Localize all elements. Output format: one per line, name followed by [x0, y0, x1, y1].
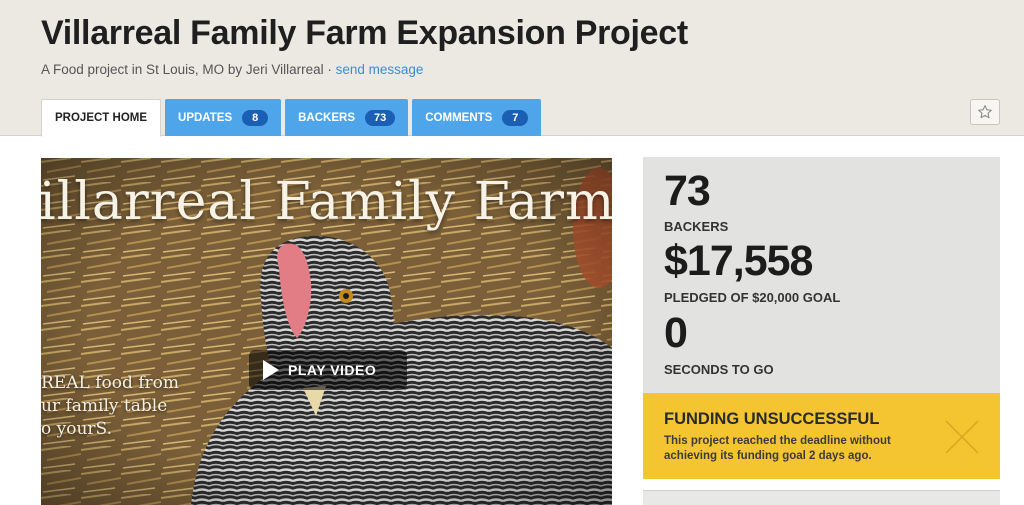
- project-byline: A Food project in St Louis, MO by Jeri V…: [41, 62, 336, 77]
- star-icon: [978, 105, 992, 119]
- funding-stats: 73 Backers $17,558 Pledged of $20,000 go…: [643, 157, 1000, 393]
- project-tabs: Project Home Updates 8 Backers 73 Commen…: [41, 99, 545, 137]
- count-badge: 8: [242, 109, 269, 126]
- caption-line: ur family table: [41, 396, 168, 416]
- tab-label: Backers: [298, 111, 355, 124]
- sidebar-next-section: [643, 490, 1000, 505]
- caption-line: REAL food from: [41, 373, 180, 393]
- backers-count: 73: [664, 167, 711, 215]
- count-badge: 7: [502, 109, 529, 126]
- play-icon: [263, 360, 279, 380]
- tab-project-home[interactable]: Project Home: [41, 99, 162, 137]
- video-overlay-title: illarreal Family Farm: [41, 172, 612, 232]
- tab-comments[interactable]: Comments 7: [412, 99, 542, 136]
- x-icon: [945, 420, 979, 454]
- remind-me-star-button[interactable]: [970, 99, 1000, 125]
- send-message-link[interactable]: send message: [336, 62, 424, 77]
- tab-updates[interactable]: Updates 8: [165, 99, 282, 136]
- caption-line: o yourS.: [41, 419, 112, 439]
- tab-label: Project Home: [55, 112, 148, 124]
- tab-label: Updates: [178, 111, 233, 124]
- time-remaining-label: Seconds to go: [664, 362, 774, 377]
- project-subtitle: A Food project in St Louis, MO by Jeri V…: [41, 62, 423, 77]
- funding-status-banner: Funding Unsuccessful This project reache…: [643, 393, 1000, 479]
- backers-label: Backers: [664, 219, 729, 234]
- play-video-button[interactable]: PLAY VIDEO: [249, 350, 407, 390]
- project-header: Villarreal Family Farm Expansion Project…: [0, 0, 1024, 137]
- video-caption: REAL food from ur family table o yourS.: [41, 372, 179, 441]
- pledged-amount: $17,558: [664, 237, 813, 285]
- time-remaining: 0: [664, 309, 688, 357]
- project-video[interactable]: illarreal Family Farm REAL food from ur …: [41, 158, 612, 505]
- tab-backers[interactable]: Backers 73: [285, 99, 409, 136]
- project-title: Villarreal Family Farm Expansion Project: [41, 14, 688, 52]
- play-video-label: PLAY VIDEO: [288, 362, 377, 378]
- status-text: This project reached the deadline withou…: [664, 435, 891, 462]
- count-badge: 73: [365, 109, 396, 126]
- tab-label: Comments: [425, 111, 493, 124]
- pledged-label: Pledged of $20,000 goal: [664, 290, 841, 305]
- status-title: Funding Unsuccessful: [664, 410, 880, 428]
